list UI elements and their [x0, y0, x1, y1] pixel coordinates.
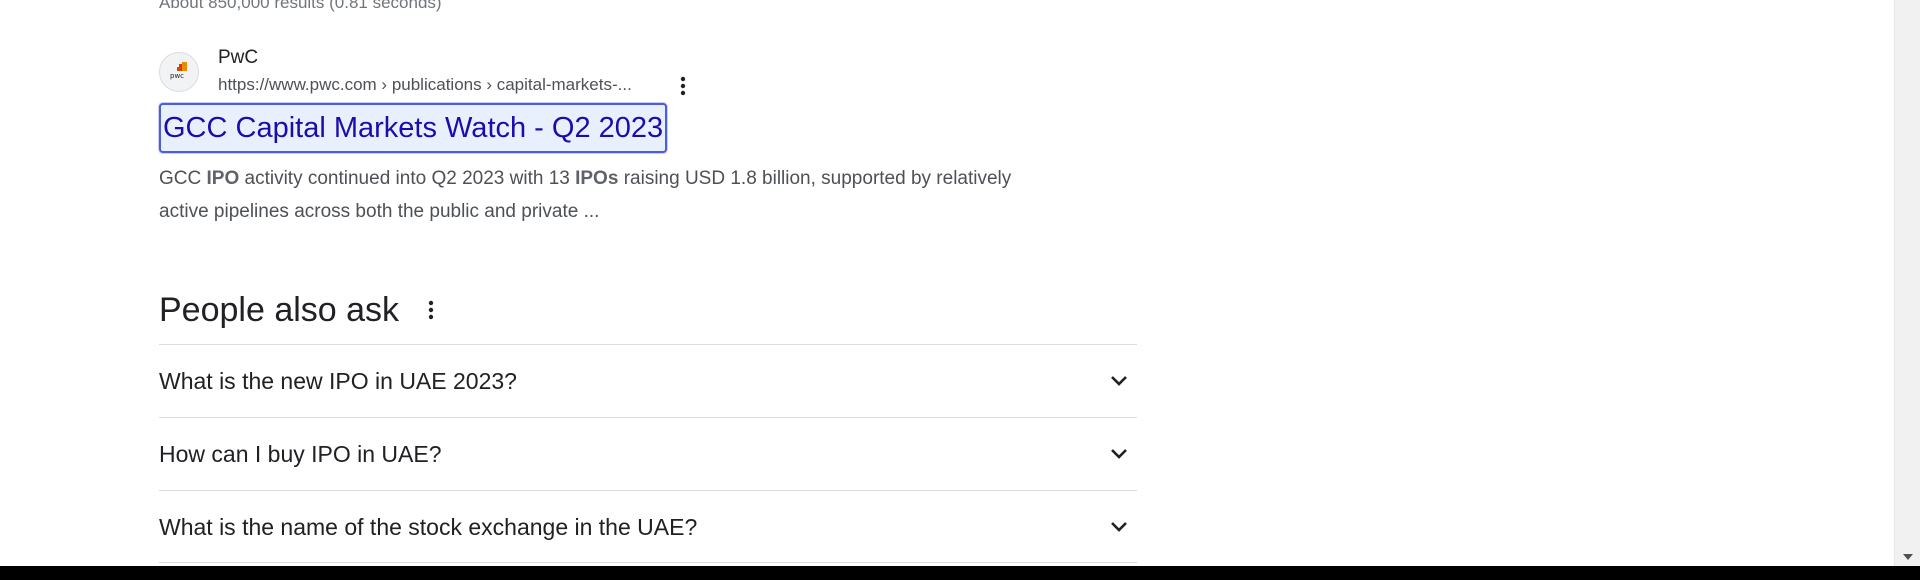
bottom-edge-bar: [0, 566, 1920, 580]
paa-question-text: What is the name of the stock exchange i…: [159, 513, 698, 540]
source-name[interactable]: PwC: [218, 46, 258, 70]
people-also-ask-header: People also ask: [159, 290, 443, 330]
search-results-viewport: About 850,000 results (0.81 seconds) pwc…: [0, 0, 1894, 566]
paa-question-item[interactable]: How can I buy IPO in UAE?: [159, 417, 1137, 490]
paa-question-item[interactable]: What is the new IPO in UAE 2023?: [159, 344, 1137, 417]
favicon-text: pwc: [170, 72, 184, 80]
pwc-logo-icon: pwc: [168, 61, 190, 83]
result-snippet: GCC IPO activity continued into Q2 2023 …: [159, 168, 1012, 222]
chevron-down-icon[interactable]: [1107, 369, 1131, 393]
scroll-down-arrow-icon[interactable]: [1895, 548, 1920, 566]
people-also-ask-list: What is the new IPO in UAE 2023? How can…: [159, 344, 1137, 563]
vertical-scrollbar[interactable]: [1894, 0, 1920, 566]
paa-question-text: How can I buy IPO in UAE?: [159, 441, 442, 467]
chevron-down-icon[interactable]: [1107, 442, 1131, 466]
more-vert-icon[interactable]: [419, 298, 443, 322]
result-title-link[interactable]: GCC Capital Markets Watch - Q2 2023: [159, 103, 668, 153]
paa-question-item[interactable]: What is the name of the stock exchange i…: [159, 490, 1137, 563]
chevron-down-icon[interactable]: [1107, 515, 1131, 539]
paa-question-text: What is the new IPO in UAE 2023?: [159, 368, 517, 394]
site-favicon[interactable]: pwc: [159, 52, 199, 92]
people-also-ask-heading: People also ask: [159, 291, 400, 329]
result-stats: About 850,000 results (0.81 seconds): [159, 0, 442, 12]
source-url[interactable]: https://www.pwc.com › publications › cap…: [218, 74, 632, 96]
more-vert-icon[interactable]: [671, 74, 695, 98]
